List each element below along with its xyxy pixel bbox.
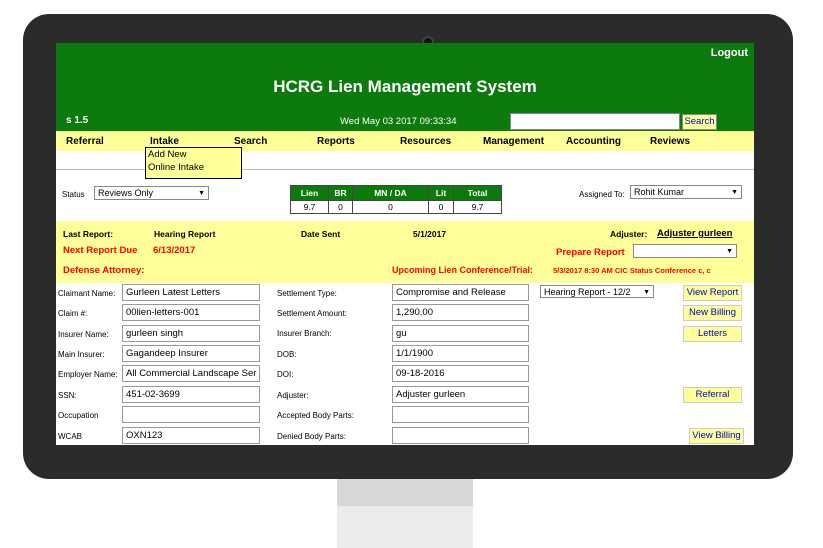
menu-reports[interactable]: Reports — [317, 136, 355, 147]
occupation-label: Occupation — [58, 411, 99, 420]
dropdown-arrow-icon: ▼ — [726, 248, 733, 255]
version-label: s 1.5 — [66, 115, 89, 126]
wcab-label: WCAB — [58, 432, 82, 441]
search-input[interactable] — [510, 113, 680, 130]
count-header: Lit — [428, 185, 454, 201]
count-value: 0 — [352, 200, 429, 214]
current-datetime: Wed May 03 2017 09:33:34 — [340, 116, 457, 127]
menu-referral[interactable]: Referral — [66, 136, 104, 147]
assigned-to-label: Assigned To: — [579, 190, 625, 199]
insurer-branch-label: Insurer Branch: — [277, 329, 332, 338]
ssn-label: SSN: — [58, 391, 77, 400]
dropdown-arrow-icon: ▼ — [643, 289, 650, 296]
main-insurer-label: Main Insurer: — [58, 350, 105, 359]
dob-field[interactable]: 1/1/1900 — [392, 345, 529, 362]
wcab-field[interactable]: OXN123 — [122, 427, 260, 444]
prepare-report-label: Prepare Report — [556, 247, 625, 258]
dropdown-arrow-icon: ▼ — [198, 190, 205, 197]
date-sent-label: Date Sent — [301, 229, 341, 239]
counts-table: Lien BR MN / DA Lit Total 9.7 0 0 0 9.7 — [290, 185, 502, 214]
count-value: 0 — [428, 200, 454, 214]
main-insurer-field[interactable]: Gagandeep Insurer — [122, 345, 260, 362]
last-report-label: Last Report: — [63, 229, 114, 239]
next-report-due-label: Next Report Due — [63, 245, 138, 256]
status-select[interactable]: Reviews Only ▼ — [94, 186, 209, 200]
count-value: 0 — [328, 200, 353, 214]
dropdown-item-add-new[interactable]: Add New — [146, 148, 241, 161]
app-screen: Logout HCRG Lien Management System s 1.5… — [56, 43, 754, 445]
monitor-neck — [337, 479, 473, 506]
view-report-button[interactable]: View Report — [683, 285, 742, 301]
date-sent-value: 5/1/2017 — [413, 229, 447, 239]
defense-attorney-label: Defense Attorney: — [63, 265, 145, 276]
dropdown-arrow-icon: ▼ — [731, 189, 738, 196]
logout-link[interactable]: Logout — [711, 47, 748, 59]
app-header: Logout HCRG Lien Management System s 1.5… — [56, 43, 754, 131]
app-title: HCRG Lien Management System — [273, 77, 537, 96]
monitor-stand — [337, 506, 473, 548]
settlement-type-label: Settlement Type: — [277, 289, 337, 298]
ssn-field[interactable]: 451-02-3699 — [122, 386, 260, 403]
insurer-branch-field[interactable]: gu — [392, 325, 529, 342]
search-button[interactable]: Search — [682, 114, 717, 130]
employer-name-field[interactable]: All Commercial Landscape Ser — [122, 365, 260, 382]
count-value: 9.7 — [453, 200, 502, 214]
adjuster-label: Adjuster: — [610, 229, 648, 239]
adjuster-field[interactable]: Adjuster gurleen — [392, 386, 529, 403]
intake-dropdown: Add New Online Intake — [145, 147, 242, 179]
claim-number-label: Claim #: — [58, 309, 88, 318]
settlement-type-field[interactable]: Compromise and Release — [392, 284, 529, 301]
letters-button[interactable]: Letters — [683, 326, 742, 342]
count-header: Total — [453, 185, 502, 201]
menu-intake[interactable]: Intake — [150, 136, 179, 147]
claimant-name-field[interactable]: Gurleen Latest Letters — [122, 284, 260, 301]
insurer-name-label: Insurer Name: — [58, 330, 109, 339]
adjuster-field-label: Adjuster: — [277, 391, 309, 400]
new-billing-button[interactable]: New Billing — [683, 305, 742, 321]
upcoming-conference-label: Upcoming Lien Conference/Trial: — [392, 265, 534, 275]
prepare-report-select[interactable]: ▼ — [633, 244, 737, 258]
last-report-value: Hearing Report — [154, 229, 216, 239]
accepted-body-parts-field[interactable] — [392, 406, 529, 423]
menu-resources[interactable]: Resources — [400, 136, 451, 147]
claimant-name-label: Claimant Name: — [58, 289, 116, 298]
settlement-amount-label: Settlement Amount: — [277, 309, 347, 318]
menu-reviews[interactable]: Reviews — [650, 136, 690, 147]
dropdown-item-online-intake[interactable]: Online Intake — [146, 161, 241, 174]
accepted-body-parts-label: Accepted Body Parts: — [277, 411, 354, 420]
dob-label: DOB: — [277, 350, 297, 359]
menu-management[interactable]: Management — [483, 136, 544, 147]
doi-label: DOI: — [277, 370, 294, 379]
count-header: MN / DA — [352, 185, 429, 201]
count-header: BR — [328, 185, 353, 201]
adjuster-link[interactable]: Adjuster gurleen — [657, 228, 733, 239]
next-report-due-value: 6/13/2017 — [153, 245, 196, 256]
insurer-name-field[interactable]: gurleen singh — [122, 325, 260, 342]
denied-body-parts-label: Denied Body Parts: — [277, 432, 346, 441]
denied-body-parts-field[interactable] — [392, 427, 529, 444]
claim-number-field[interactable]: 00lien-letters-001 — [122, 304, 260, 321]
count-header: Lien — [290, 185, 329, 201]
settlement-amount-field[interactable]: 1,290.00 — [392, 304, 529, 321]
count-value: 9.7 — [290, 200, 329, 214]
upcoming-conference-value: 5/3/2017 8:30 AM CIC Status Conference c… — [553, 266, 711, 275]
assigned-to-select[interactable]: Rohit Kumar ▼ — [630, 185, 742, 199]
referral-button[interactable]: Referral — [683, 387, 742, 403]
view-billing-button[interactable]: View Billing — [689, 428, 744, 444]
report-summary-panel: Last Report: Hearing Report Date Sent 5/… — [56, 221, 754, 283]
doi-field[interactable]: 09-18-2016 — [392, 365, 529, 382]
status-label: Status — [62, 190, 85, 199]
menu-accounting[interactable]: Accounting — [566, 136, 621, 147]
occupation-field[interactable] — [122, 406, 260, 423]
menu-search[interactable]: Search — [234, 136, 267, 147]
employer-name-label: Employer Name: — [58, 370, 118, 379]
report-history-select[interactable]: Hearing Report - 12/2 ▼ — [540, 285, 654, 298]
